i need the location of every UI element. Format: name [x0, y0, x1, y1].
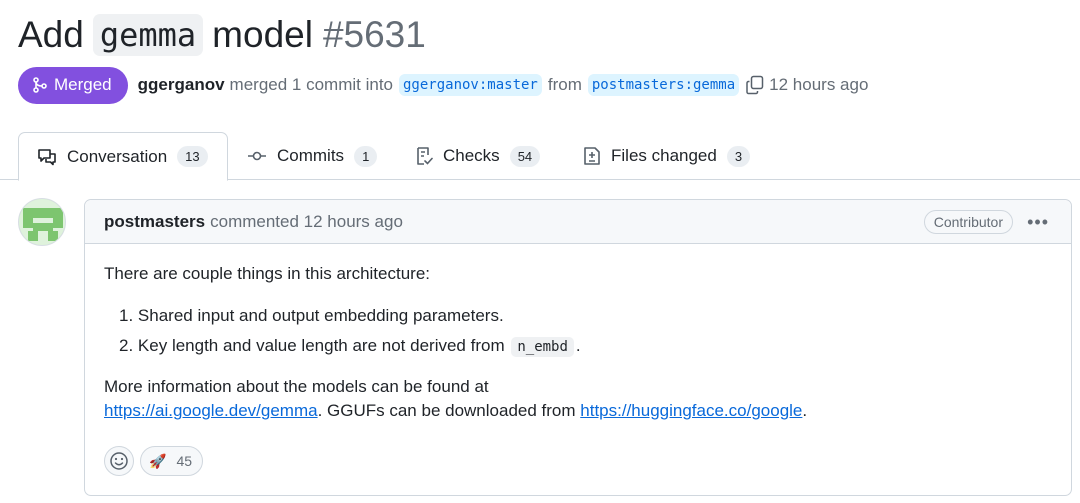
- pr-title-code: gemma: [92, 14, 204, 56]
- links-end-text: .: [802, 401, 808, 420]
- links-mid-text: . GGUFs can be downloaded from: [317, 401, 581, 420]
- reactions: 🚀 45: [104, 446, 204, 476]
- tab-commits[interactable]: Commits 1: [247, 132, 378, 180]
- tab-commits-count: 1: [354, 145, 378, 167]
- base-branch-link[interactable]: ggerganov:master: [399, 74, 542, 96]
- tab-checks[interactable]: Checks 54: [415, 132, 541, 180]
- list-item: 1. Shared input and output embedding par…: [119, 304, 807, 328]
- pr-title-prefix: Add: [18, 14, 84, 55]
- rocket-icon: 🚀: [149, 452, 167, 469]
- from-text: from: [547, 75, 582, 94]
- huggingface-link[interactable]: https://huggingface.co/google: [580, 401, 802, 420]
- merge-time: 12 hours ago: [769, 75, 869, 94]
- tab-files-changed-label: Files changed: [611, 146, 717, 165]
- kebab-menu-icon[interactable]: •••: [1027, 212, 1049, 233]
- git-merge-icon: [33, 77, 47, 93]
- comment-more-line1: More information about the models can be…: [104, 377, 489, 396]
- tab-files-changed-count: 3: [726, 145, 751, 167]
- list-item-end: .: [575, 336, 581, 355]
- list-item-number: 2.: [119, 336, 134, 355]
- rocket-reaction-button[interactable]: 🚀 45: [140, 446, 204, 476]
- merge-action-text: merged 1 commit into: [229, 75, 393, 94]
- list-item-text: Key length and value length are not deri…: [137, 336, 505, 355]
- checklist-icon: [417, 147, 433, 165]
- list-item-text: Shared input and output embedding parame…: [137, 306, 504, 325]
- pr-title: Add gemma model #5631: [18, 10, 426, 60]
- tab-conversation-count: 13: [177, 146, 208, 167]
- identicon-icon: [19, 199, 65, 245]
- add-reaction-button[interactable]: [104, 446, 134, 476]
- head-branch-link[interactable]: postmasters:gemma: [587, 74, 740, 96]
- smiley-icon: [110, 452, 128, 470]
- merge-author-link[interactable]: ggerganov: [138, 75, 225, 95]
- merged-status-badge: Merged: [18, 66, 128, 104]
- list-item-number: 1.: [119, 306, 134, 325]
- tab-conversation-label: Conversation: [67, 146, 168, 166]
- pr-meta: Merged ggerganov merged 1 commit into gg…: [18, 66, 868, 104]
- git-commit-icon: [248, 151, 266, 161]
- comment-list: 1. Shared input and output embedding par…: [119, 304, 807, 359]
- tab-checks-label: Checks: [443, 146, 500, 165]
- tab-checks-count: 54: [509, 145, 541, 167]
- gemma-docs-link[interactable]: https://ai.google.dev/gemma: [104, 401, 318, 420]
- tab-conversation[interactable]: Conversation 13: [18, 132, 228, 181]
- tab-files-changed[interactable]: Files changed 3: [583, 132, 751, 180]
- comment-links-line: https://ai.google.dev/gemma. GGUFs can b…: [104, 399, 807, 423]
- pr-title-suffix: model: [212, 14, 313, 55]
- comment-card: postmasters commented 12 hours ago Contr…: [84, 199, 1072, 496]
- merged-status-label: Merged: [54, 75, 112, 94]
- comment-author-link[interactable]: postmasters: [104, 212, 205, 232]
- inline-code: n_embd: [511, 337, 574, 357]
- pr-number: #5631: [322, 14, 426, 55]
- copy-icon[interactable]: [745, 75, 765, 95]
- file-diff-icon: [584, 147, 600, 165]
- tab-commits-label: Commits: [277, 146, 345, 165]
- comment-action: commented 12 hours ago: [210, 211, 403, 231]
- contributor-badge: Contributor: [923, 210, 1013, 234]
- comment-body: There are couple things in this architec…: [104, 262, 807, 423]
- comment-discussion-icon: [38, 148, 56, 165]
- avatar[interactable]: [18, 198, 66, 246]
- comment-intro: There are couple things in this architec…: [104, 264, 431, 283]
- pr-tabs: Conversation 13 Commits 1 Checks 54 File…: [0, 132, 1080, 181]
- reaction-count: 45: [176, 453, 193, 469]
- list-item: 2. Key length and value length are not d…: [119, 334, 807, 359]
